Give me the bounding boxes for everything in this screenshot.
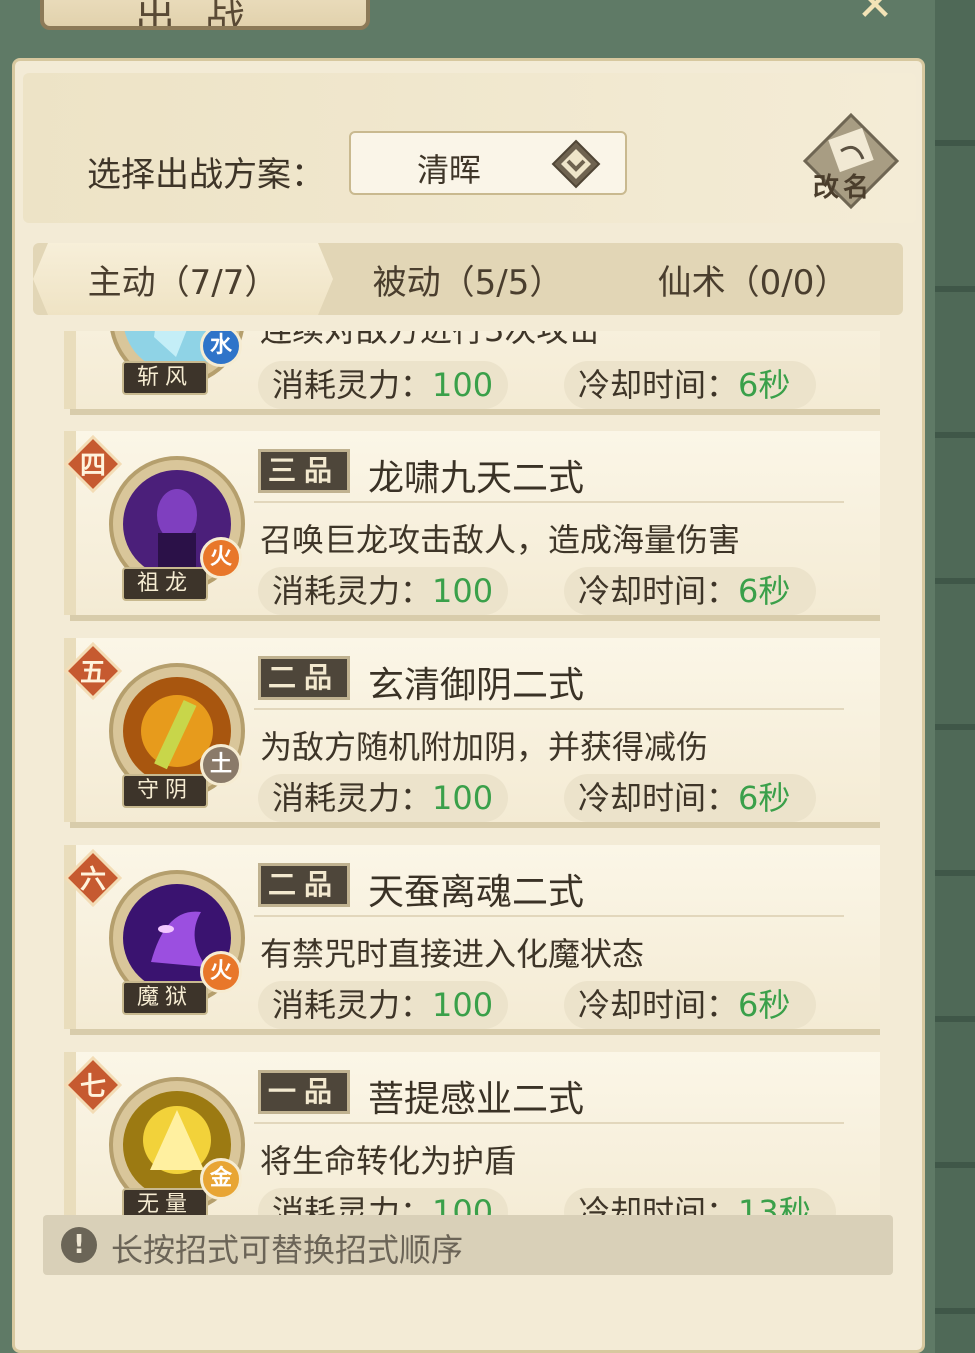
scheme-selected-value: 清晖 [417,151,482,189]
cooldown-stat: 冷却时间：6秒 [564,567,816,615]
skill-plate: 祖龙 [122,567,208,601]
element-metal-badge: 金 [200,1158,242,1200]
chevron-down-icon [551,139,601,189]
skill-card[interactable]: 六 魔狱 火 二品 天蚕离魂二式 有禁咒时直接进入化魔状态 消耗灵力：100 冷… [64,845,880,1035]
cooldown-stat: 冷却时间：6秒 [564,981,816,1029]
cooldown-value: 6秒 [738,779,791,817]
rename-label: 改名 [813,173,874,203]
window-title-tab: 出战 [40,0,370,30]
cooldown-value: 6秒 [738,986,791,1024]
skill-name: 龙啸九天二式 [368,458,585,499]
cost-label: 消耗灵力： [272,572,433,610]
divider [254,1122,844,1124]
cost-label: 消耗灵力： [272,986,433,1024]
cost-value: 100 [432,986,494,1024]
cost-stat: 消耗灵力：100 [258,567,508,615]
element-fire-badge: 火 [200,951,242,993]
cost-value: 100 [432,572,494,610]
skill-desc: 有禁咒时直接进入化魔状态 [260,935,645,973]
cost-label: 消耗灵力： [272,366,433,404]
tab-passive-skills[interactable]: 被动（5/5） [333,243,603,315]
window-title: 出战 [135,0,275,30]
divider [254,915,844,917]
cost-stat: 消耗灵力：100 [258,774,508,822]
element-fire-badge: 火 [200,537,242,579]
skill-plate: 守阴 [122,774,208,808]
skill-plate: 魔狱 [122,981,208,1015]
cooldown-value: 6秒 [738,366,791,404]
warning-icon: ! [61,1227,97,1263]
grade-badge: 二品 [258,656,350,700]
cost-value: 100 [432,779,494,817]
deploy-panel: 选择出战方案： 清晖 改名 主动（7/7） 被动（5/5） 仙术（0/0） 连续… [12,58,925,1353]
cooldown-label: 冷却时间： [578,572,739,610]
cost-stat: 消耗灵力：100 [258,981,508,1029]
skill-list[interactable]: 连续对敌方进行3次攻击 斩风 水 消耗灵力：100 冷却时间：6秒 四 [15,331,928,1271]
cooldown-label: 冷却时间： [578,779,739,817]
background-strip [935,0,975,1353]
cost-label: 消耗灵力： [272,779,433,817]
tab-active-skills[interactable]: 主动（7/7） [33,243,333,315]
skill-desc: 连续对敌方进行3次攻击 [260,331,600,351]
skill-name: 菩提感业二式 [368,1079,585,1120]
cooldown-label: 冷却时间： [578,986,739,1024]
grade-badge: 一品 [258,1070,350,1114]
skill-card[interactable]: 五 守阴 土 二品 玄清御阴二式 为敌方随机附加阴，并获得减伤 消耗灵力：100… [64,638,880,828]
skill-desc: 将生命转化为护盾 [260,1142,517,1180]
cooldown-label: 冷却时间： [578,366,739,404]
rename-button[interactable]: 改名 [801,111,901,211]
element-earth-badge: 土 [200,744,242,786]
scheme-dropdown[interactable]: 清晖 [349,131,627,195]
skill-card[interactable]: 四 祖龙 火 三品 龙啸九天二式 召唤巨龙攻击敌人，造成海量伤害 消耗灵力：10… [64,431,880,621]
skill-name: 天蚕离魂二式 [368,872,585,913]
skill-name: 玄清御阴二式 [368,665,585,706]
grade-badge: 二品 [258,863,350,907]
skill-desc: 召唤巨龙攻击敌人，造成海量伤害 [260,521,741,559]
skill-plate: 斩风 [122,361,208,395]
skill-card[interactable]: 连续对敌方进行3次攻击 斩风 水 消耗灵力：100 冷却时间：6秒 [64,331,880,415]
grade-badge: 三品 [258,449,350,493]
tab-immortal-arts[interactable]: 仙术（0/0） [603,243,903,315]
cost-stat: 消耗灵力：100 [258,361,508,409]
divider [254,708,844,710]
skill-desc: 为敌方随机附加阴，并获得减伤 [260,728,709,766]
cost-value: 100 [432,366,494,404]
divider [254,501,844,503]
cooldown-stat: 冷却时间：6秒 [564,361,816,409]
close-icon[interactable]: ✕ [845,0,905,28]
scheme-bar: 选择出战方案： 清晖 改名 [23,73,916,223]
scheme-label: 选择出战方案： [87,155,325,195]
cooldown-value: 6秒 [738,572,791,610]
hint-bar: ! 长按招式可替换招式顺序 [43,1215,893,1275]
skill-tabs: 主动（7/7） 被动（5/5） 仙术（0/0） [33,243,903,315]
hint-text: 长按招式可替换招式顺序 [111,1231,464,1269]
skill-card[interactable]: 七 无量 金 一品 菩提感业二式 将生命转化为护盾 消耗灵力：100 冷却时间：… [64,1052,880,1242]
cooldown-stat: 冷却时间：6秒 [564,774,816,822]
